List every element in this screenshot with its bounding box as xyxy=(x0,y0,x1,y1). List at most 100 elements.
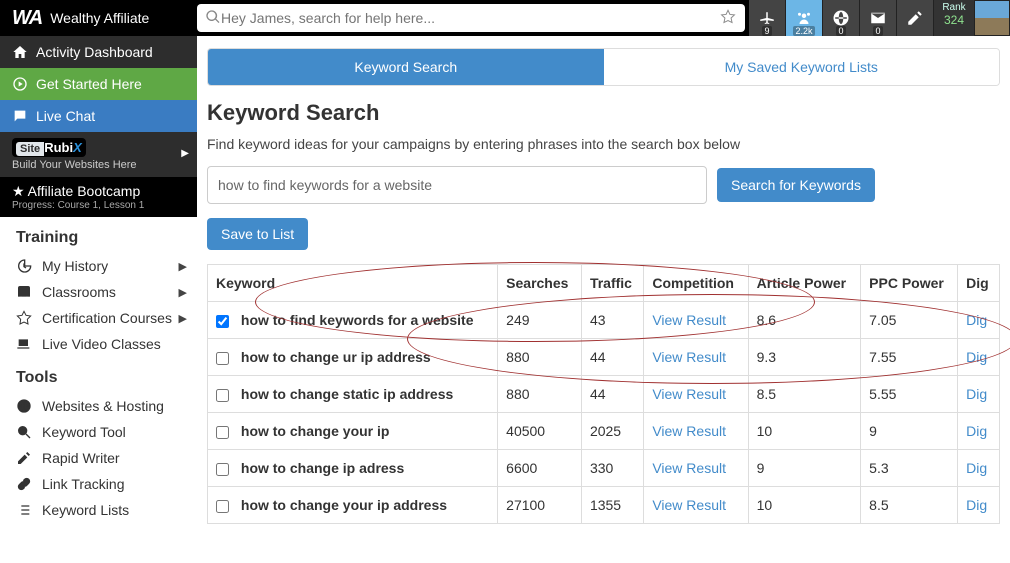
chevron-right-icon: ▶ xyxy=(179,312,187,325)
sidebar-item-label: Get Started Here xyxy=(36,76,142,92)
menu-icon xyxy=(16,476,32,492)
sidebar-item-live-chat[interactable]: Live Chat xyxy=(0,100,197,132)
ppc-power-cell: 5.55 xyxy=(861,376,958,413)
article-power-cell: 8.6 xyxy=(748,302,861,339)
table-row: how to find keywords for a website24943V… xyxy=(208,302,1000,339)
traffic-cell: 44 xyxy=(581,376,643,413)
avatar[interactable] xyxy=(974,0,1010,36)
view-result-link[interactable]: View Result xyxy=(652,460,726,476)
traffic-cell: 330 xyxy=(581,450,643,487)
col-searches: Searches xyxy=(498,265,582,302)
sidebar-item-label: Live Chat xyxy=(36,108,95,124)
results-wrap: KeywordSearchesTrafficCompetitionArticle… xyxy=(207,264,1000,524)
sidebar-item-get-started[interactable]: Get Started Here xyxy=(0,68,197,100)
sidebar-link-live-video-classes[interactable]: Live Video Classes xyxy=(0,331,197,357)
row-checkbox[interactable] xyxy=(216,352,229,365)
menu-icon xyxy=(16,450,32,466)
save-to-list-button[interactable]: Save to List xyxy=(207,218,308,250)
sidebar-link-my-history[interactable]: My History▶ xyxy=(0,253,197,279)
tab-saved-lists[interactable]: My Saved Keyword Lists xyxy=(604,49,1000,85)
view-result-link[interactable]: View Result xyxy=(652,497,726,513)
dig-link[interactable]: Dig xyxy=(966,386,987,402)
sidebar-link-keyword-tool[interactable]: Keyword Tool xyxy=(0,419,197,445)
top-icons: 9 2.2k 0 0 Rank 324 xyxy=(749,0,1010,36)
view-result-link[interactable]: View Result xyxy=(652,423,726,439)
pen-icon[interactable] xyxy=(897,0,934,36)
dig-link[interactable]: Dig xyxy=(966,460,987,476)
star-icon[interactable] xyxy=(719,8,737,29)
keyword-cell: how to change your ip address xyxy=(241,497,447,513)
searches-cell: 880 xyxy=(498,376,582,413)
tabs: Keyword Search My Saved Keyword Lists xyxy=(207,48,1000,86)
keyword-input[interactable] xyxy=(207,166,707,204)
sidebar-item-siterubix[interactable]: SiteRubiX Build Your Websites Here ▶ xyxy=(0,132,197,177)
row-checkbox[interactable] xyxy=(216,315,229,328)
sidebar-item-dashboard[interactable]: Activity Dashboard xyxy=(0,36,197,68)
dig-link[interactable]: Dig xyxy=(966,497,987,513)
section-training: Training xyxy=(0,217,197,253)
dig-link[interactable]: Dig xyxy=(966,312,987,328)
airplane-icon[interactable]: 9 xyxy=(749,0,786,36)
searches-cell: 249 xyxy=(498,302,582,339)
view-result-link[interactable]: View Result xyxy=(652,312,726,328)
sidebar-link-websites-hosting[interactable]: Websites & Hosting xyxy=(0,393,197,419)
results-table: KeywordSearchesTrafficCompetitionArticle… xyxy=(207,264,1000,524)
sidebar-item-label: Activity Dashboard xyxy=(36,44,153,60)
logo[interactable]: WA Wealthy Affiliate xyxy=(12,7,197,30)
section-tools: Tools xyxy=(0,357,197,393)
sidebar-link-link-tracking[interactable]: Link Tracking xyxy=(0,471,197,497)
traffic-cell: 43 xyxy=(581,302,643,339)
rank-value: 324 xyxy=(934,14,974,26)
search-keywords-button[interactable]: Search for Keywords xyxy=(717,168,875,202)
rank-box[interactable]: Rank 324 xyxy=(934,0,974,36)
chevron-right-icon: ▶ xyxy=(179,286,187,299)
col-competition: Competition xyxy=(644,265,748,302)
search-icon xyxy=(205,9,221,28)
dig-link[interactable]: Dig xyxy=(966,423,987,439)
menu-icon xyxy=(16,424,32,440)
mail-icon[interactable]: 0 xyxy=(860,0,897,36)
row-checkbox[interactable] xyxy=(216,389,229,402)
searches-cell: 6600 xyxy=(498,450,582,487)
view-result-link[interactable]: View Result xyxy=(652,386,726,402)
airplane-badge: 9 xyxy=(762,26,771,36)
traffic-cell: 1355 xyxy=(581,487,643,524)
sidebar-item-label: Keyword Tool xyxy=(42,424,126,440)
searches-cell: 880 xyxy=(498,339,582,376)
sidebar-link-rapid-writer[interactable]: Rapid Writer xyxy=(0,445,197,471)
menu-icon xyxy=(16,310,32,326)
sidebar-link-certification-courses[interactable]: Certification Courses▶ xyxy=(0,305,197,331)
brand-name: Wealthy Affiliate xyxy=(50,10,149,26)
ppc-power-cell: 7.05 xyxy=(861,302,958,339)
col-keyword: Keyword xyxy=(208,265,498,302)
dig-link[interactable]: Dig xyxy=(966,349,987,365)
article-power-cell: 9 xyxy=(748,450,861,487)
globe-icon[interactable]: 0 xyxy=(823,0,860,36)
sidebar-item-label: Websites & Hosting xyxy=(42,398,164,414)
network-icon[interactable]: 2.2k xyxy=(786,0,823,36)
menu-icon xyxy=(16,502,32,518)
global-search-input[interactable] xyxy=(221,10,719,26)
content: Keyword Search My Saved Keyword Lists Ke… xyxy=(197,36,1010,544)
article-power-cell: 9.3 xyxy=(748,339,861,376)
global-search[interactable] xyxy=(197,4,745,32)
row-checkbox[interactable] xyxy=(216,426,229,439)
globe-badge: 0 xyxy=(836,26,845,36)
sidebar-link-classrooms[interactable]: Classrooms ▶ xyxy=(0,279,197,305)
mail-badge: 0 xyxy=(873,26,882,36)
searches-cell: 27100 xyxy=(498,487,582,524)
sidebar: Activity Dashboard Get Started Here Live… xyxy=(0,36,197,544)
tab-keyword-search[interactable]: Keyword Search xyxy=(208,49,604,85)
col-traffic: Traffic xyxy=(581,265,643,302)
siterubix-logo: SiteRubiX xyxy=(12,138,86,157)
row-checkbox[interactable] xyxy=(216,500,229,513)
logo-mark: WA xyxy=(12,7,42,30)
sidebar-item-label: Classrooms xyxy=(42,284,116,300)
row-checkbox[interactable] xyxy=(216,463,229,476)
ppc-power-cell: 9 xyxy=(861,413,958,450)
chevron-right-icon: ▶ xyxy=(179,260,187,273)
traffic-cell: 2025 xyxy=(581,413,643,450)
sidebar-link-keyword-lists[interactable]: Keyword Lists xyxy=(0,497,197,523)
sidebar-item-bootcamp[interactable]: ★ Affiliate Bootcamp Progress: Course 1,… xyxy=(0,177,197,217)
view-result-link[interactable]: View Result xyxy=(652,349,726,365)
